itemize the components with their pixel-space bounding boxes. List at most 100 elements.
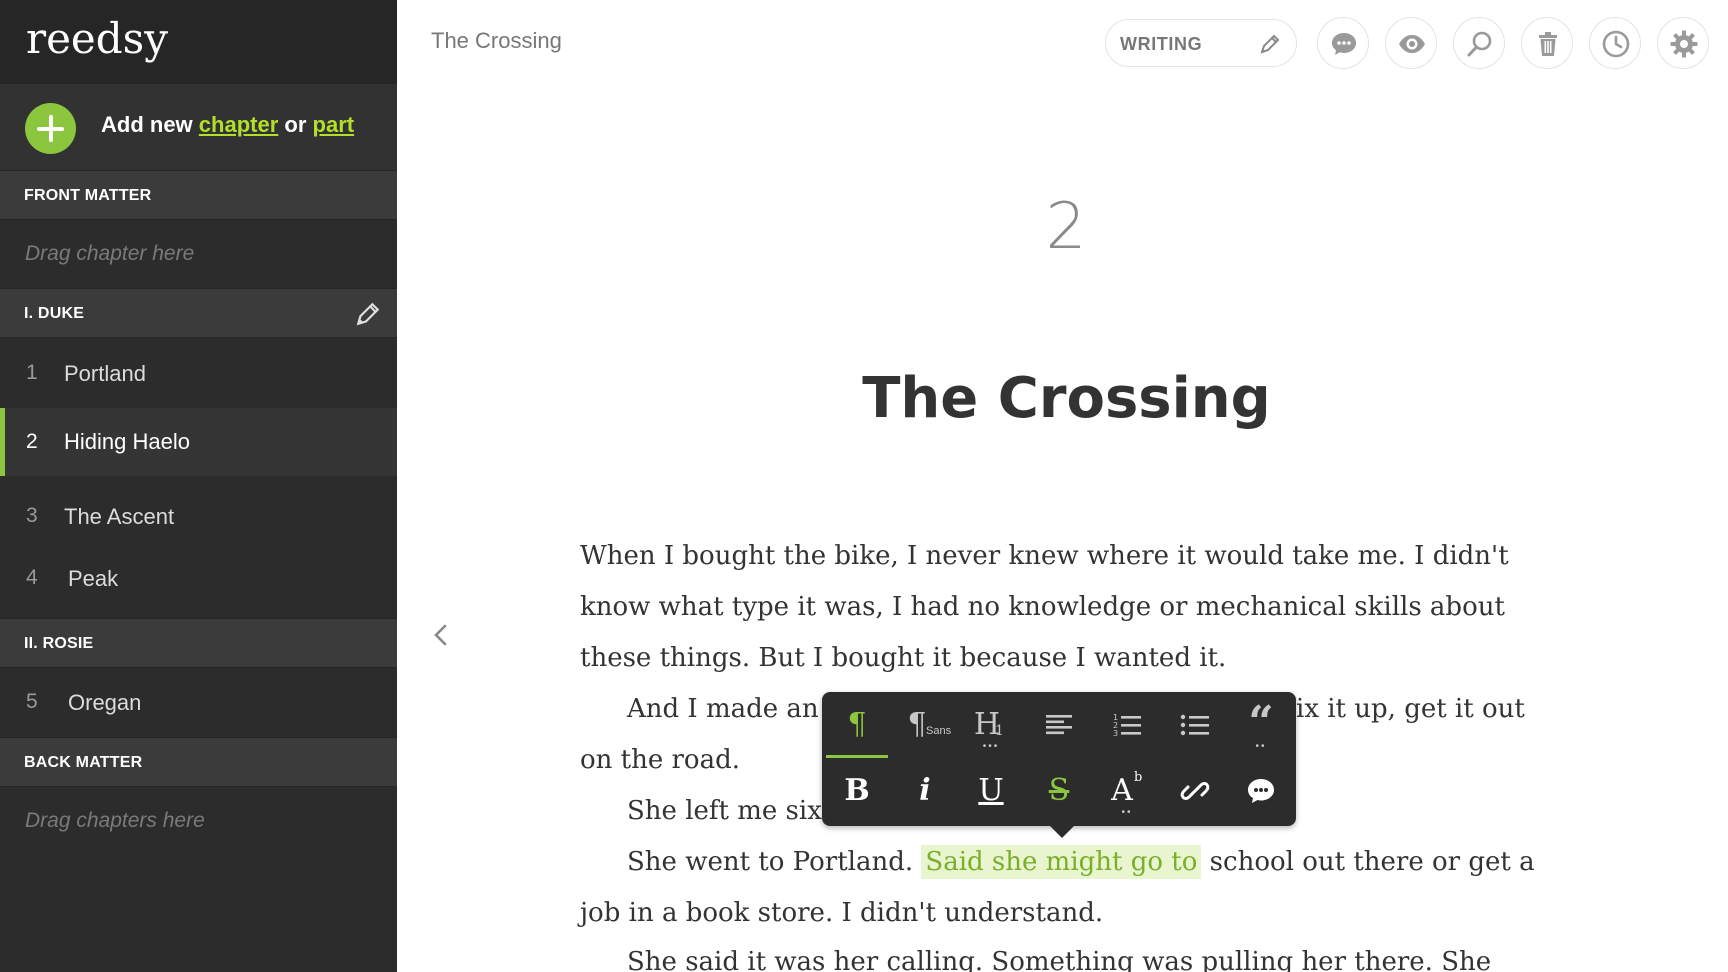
more-dots-icon: •• (1255, 741, 1267, 752)
front-matter-drop-hint: Drag chapter here (25, 242, 195, 265)
add-new-prefix: Add new (101, 112, 193, 137)
add-part-link[interactable]: part (313, 112, 355, 137)
text-line[interactable]: these things. But I bought it because I … (580, 641, 1226, 675)
sidebar-chapter-the-ascent[interactable]: 3 The Ascent (0, 484, 397, 548)
writing-mode-toggle[interactable]: WRITING (1105, 19, 1297, 67)
search-button[interactable] (1453, 17, 1505, 69)
formatting-toolbar: ¶ ¶ Sans H 1 ••• 1 2 3 “ •• B i U S A b … (822, 692, 1296, 838)
sidebar-chapter-portland[interactable]: 1 Portland (0, 341, 397, 405)
superscript-icon: A (1111, 773, 1133, 808)
front-matter-header: FRONT MATTER (0, 170, 397, 220)
back-matter-drop-hint: Drag chapters here (25, 809, 205, 832)
blockquote-button[interactable]: “ •• (1228, 692, 1294, 758)
link-button[interactable] (1162, 758, 1228, 824)
top-bar: The Crossing WRITING (397, 0, 1728, 84)
chapter-number: 2 (26, 430, 38, 453)
part-header-duke[interactable]: I. DUKE (0, 288, 397, 338)
text-line[interactable]: know what type it was, I had no knowledg… (580, 590, 1505, 624)
text-line[interactable]: And I made an (627, 692, 819, 726)
front-matter-dropzone[interactable]: Drag chapter here (0, 220, 397, 288)
text-line[interactable]: She went to Portland. Said she might go … (627, 845, 1535, 879)
chapter-name: Oregan (68, 690, 142, 715)
text-line[interactable]: She left me six (627, 794, 822, 828)
chapter-number-display: 2 (1045, 190, 1087, 264)
svg-text:3: 3 (1113, 729, 1118, 738)
pencil-icon (1260, 34, 1280, 54)
strikethrough-button[interactable]: S (1026, 758, 1092, 824)
preview-button[interactable] (1385, 17, 1437, 69)
part-header-rosie[interactable]: II. ROSIE (0, 618, 397, 668)
back-matter-header: BACK MATTER (0, 737, 397, 787)
add-new-text: Add new chapter or part (101, 112, 354, 138)
align-left-icon (1046, 715, 1072, 735)
bold-icon: B (844, 773, 870, 808)
comment-button[interactable] (1228, 758, 1294, 824)
link-icon (1180, 782, 1210, 800)
bold-button[interactable]: B (824, 758, 890, 824)
text-line[interactable]: When I bought the bike, I never knew whe… (580, 539, 1509, 573)
sidebar-header: reedsy (0, 0, 397, 84)
sidebar-chapter-hiding-haelo[interactable]: 2 Hiding Haelo (0, 408, 397, 476)
sidebar-chapter-peak[interactable]: 4 Peak (0, 546, 397, 610)
underline-icon: U (978, 773, 1004, 808)
comment-bubble-icon (1248, 779, 1274, 803)
numbered-list-icon: 1 2 3 (1113, 713, 1141, 738)
text-line[interactable]: ix it up, get it out (1296, 692, 1525, 726)
comments-button[interactable] (1317, 17, 1369, 69)
history-button[interactable] (1589, 17, 1641, 69)
heading-button[interactable]: H 1 ••• (958, 692, 1024, 758)
delete-button[interactable] (1521, 17, 1573, 69)
text-segment: She went to Portland. (627, 847, 914, 877)
trash-icon (1539, 32, 1557, 56)
chapter-name: The Ascent (64, 504, 175, 529)
collapse-sidebar-arrow-icon[interactable] (428, 620, 452, 650)
sans-label: Sans (926, 725, 952, 737)
align-left-button[interactable] (1026, 692, 1092, 758)
reedsy-logo[interactable]: reedsy (26, 14, 168, 63)
chapter-title[interactable]: The Crossing (700, 366, 1433, 431)
text-line[interactable]: job in a book store. I didn't understand… (580, 896, 1103, 930)
search-icon (1467, 31, 1492, 57)
chapter-number: 1 (26, 361, 38, 384)
chapter-number: 4 (26, 566, 38, 589)
highlighted-selection[interactable]: Said she might go to (921, 845, 1202, 879)
add-chapter-link[interactable]: chapter (199, 112, 278, 137)
settings-button[interactable] (1657, 17, 1709, 69)
text-line[interactable]: on the road. (580, 743, 740, 777)
chapter-name: Portland (64, 361, 146, 386)
bullet-list-button[interactable] (1162, 692, 1228, 758)
paragraph-sans-button[interactable]: ¶ Sans (892, 692, 958, 758)
italic-icon: i (919, 773, 931, 808)
sidebar: reedsy Add new chapter or part FRONT MAT… (0, 0, 397, 972)
mode-label: WRITING (1120, 34, 1203, 54)
more-dots-icon: ••• (982, 741, 1000, 752)
chapter-number: 3 (26, 504, 38, 527)
superscript-button[interactable]: A b •• (1094, 758, 1160, 824)
paragraph-icon: ¶ (847, 707, 867, 742)
chapter-name: Hiding Haelo (64, 429, 190, 454)
add-new-bar: Add new chapter or part (0, 84, 397, 170)
text-line[interactable]: She said it was her calling. Something w… (627, 945, 1491, 972)
chapter-number: 5 (26, 690, 38, 713)
chapter-name: Peak (68, 566, 119, 591)
underline-button[interactable]: U (958, 758, 1024, 824)
text-segment: school out there or get a (1209, 847, 1535, 877)
add-icon[interactable] (25, 103, 76, 154)
heading-icon: H (973, 707, 1001, 742)
paragraph-button[interactable]: ¶ (824, 692, 890, 758)
back-matter-label: BACK MATTER (24, 754, 143, 771)
add-new-or: or (284, 112, 307, 137)
back-matter-dropzone[interactable]: Drag chapters here (0, 787, 397, 855)
gear-icon (1670, 30, 1698, 58)
heading-level: 1 (995, 723, 1004, 739)
more-dots-icon: •• (1121, 807, 1133, 818)
front-matter-label: FRONT MATTER (24, 187, 152, 204)
edit-pencil-icon[interactable] (355, 301, 381, 327)
superscript-letter: b (1134, 770, 1143, 785)
numbered-list-button[interactable]: 1 2 3 (1094, 692, 1160, 758)
part-label: I. DUKE (24, 305, 85, 322)
clock-icon (1602, 30, 1630, 58)
sidebar-chapter-oregan[interactable]: 5 Oregan (0, 670, 397, 734)
quote-icon: “ (1248, 697, 1274, 748)
italic-button[interactable]: i (892, 758, 958, 824)
